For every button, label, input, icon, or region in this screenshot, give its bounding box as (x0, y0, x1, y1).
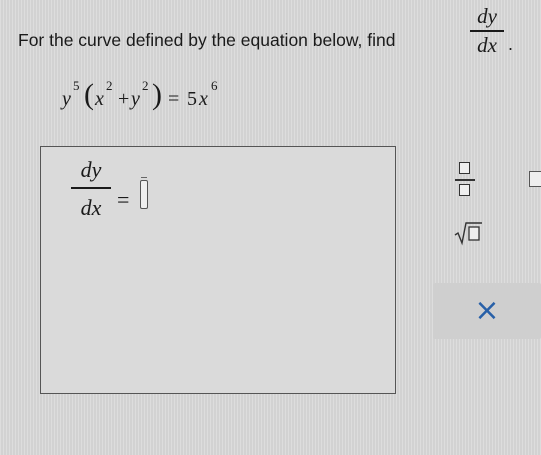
eq-y: y (62, 88, 71, 110)
eq-open-paren: ( (84, 78, 94, 111)
answer-input[interactable] (140, 180, 148, 209)
fraction-line (455, 179, 475, 181)
answer-derivative-denominator: dx (80, 194, 102, 220)
eq-y-exponent: 5 (73, 78, 80, 93)
denominator-slot (459, 184, 470, 196)
answer-derivative-fraction: dy dx (71, 159, 111, 219)
answer-equals: = (117, 187, 130, 212)
eq-equals: = (168, 88, 180, 110)
question-derivative-denominator: dx (477, 32, 497, 57)
clear-button[interactable]: × (433, 283, 541, 339)
fraction-template-icon[interactable] (453, 160, 477, 200)
template-slot (529, 171, 541, 187)
eq-x: x (95, 88, 104, 110)
eq-coefficient: 5 (187, 88, 197, 110)
question-period: . (508, 34, 514, 54)
eq-y2-exponent: 2 (142, 78, 149, 93)
question-derivative-numerator: dy (477, 4, 497, 28)
eq-close-paren: ) (152, 78, 162, 111)
square-root-template-icon[interactable] (453, 220, 483, 246)
answer-area: dy dx = (40, 146, 396, 394)
fraction-bar (71, 187, 111, 189)
question-text: For the curve defined by the equation be… (18, 30, 396, 50)
math-palette: × (425, 130, 541, 340)
answer-derivative-numerator: dy (80, 157, 102, 182)
question-derivative-fraction: dy dx (470, 6, 504, 56)
mixed-number-template-icon[interactable] (525, 165, 541, 191)
eq-x-exponent: 2 (106, 78, 113, 93)
square-root-glyph (454, 222, 482, 246)
eq-y2: y (131, 88, 140, 110)
eq-x2: x (199, 88, 208, 110)
eq-plus: + (118, 88, 130, 110)
fraction-bar (470, 30, 504, 32)
eq-x2-exponent: 6 (211, 78, 218, 93)
numerator-slot (459, 162, 470, 174)
